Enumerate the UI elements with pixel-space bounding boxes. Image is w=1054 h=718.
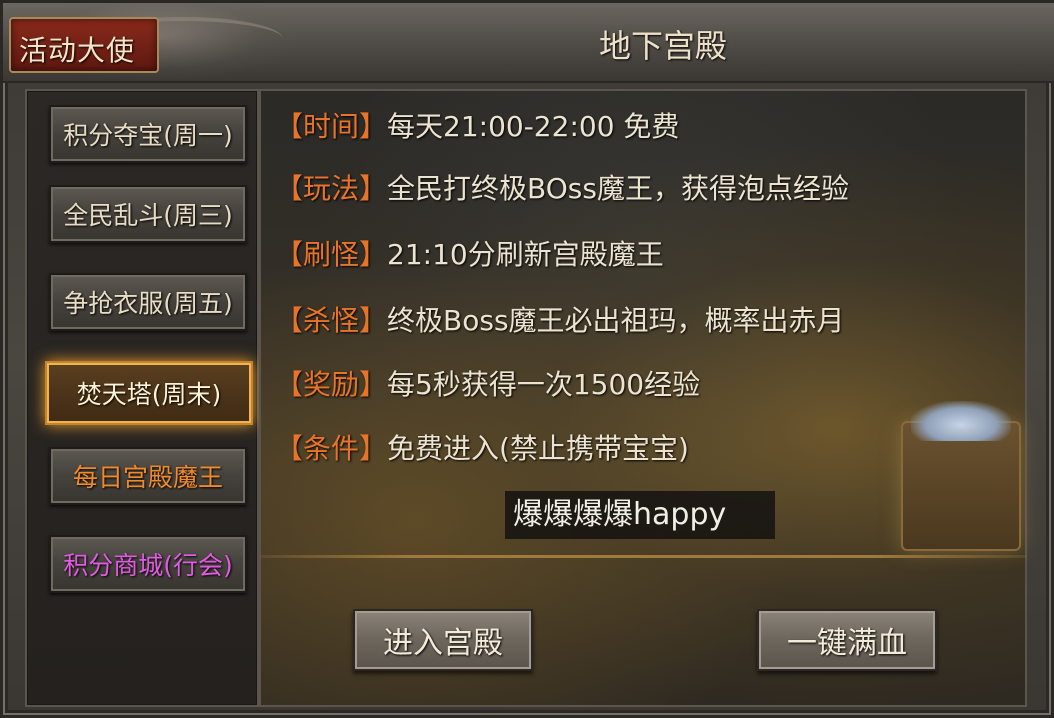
chat-bubble: 爆爆爆爆happy bbox=[505, 491, 775, 539]
info-row-kill: 【杀怪】终极Boss魔王必出祖玛，概率出赤月 bbox=[275, 304, 845, 337]
sidebar-item-daily-palace-demon[interactable]: 每日宫殿魔王 bbox=[49, 447, 247, 505]
title-bar: 活动大使 地下宫殿 bbox=[3, 3, 1054, 83]
info-row-time: 【时间】每天21:00-22:00 免费 bbox=[275, 110, 680, 143]
event-detail-panel: 【时间】每天21:00-22:00 免费 【玩法】全民打终极BOss魔王，获得泡… bbox=[259, 89, 1027, 707]
full-heal-button[interactable]: 一键满血 bbox=[757, 609, 937, 671]
activity-envoy-label: 活动大使 bbox=[19, 34, 136, 67]
sidebar-item-brawl[interactable]: 全民乱斗(周三) bbox=[49, 185, 247, 243]
info-row-gameplay: 【玩法】全民打终极BOss魔王，获得泡点经验 bbox=[275, 172, 849, 205]
info-row-condition: 【条件】免费进入(禁止携带宝宝) bbox=[275, 432, 689, 465]
treasure-chest-icon bbox=[901, 401, 1021, 551]
sidebar-item-points-treasure[interactable]: 积分夺宝(周一) bbox=[49, 105, 247, 163]
info-row-reward: 【奖励】每5秒获得一次1500经验 bbox=[275, 368, 701, 401]
section-divider bbox=[261, 555, 1027, 558]
info-row-spawn: 【刷怪】21:10分刷新宫殿魔王 bbox=[275, 238, 664, 271]
window-title: 地下宫殿 bbox=[598, 27, 727, 65]
sidebar-item-clothes-grab[interactable]: 争抢衣服(周五) bbox=[49, 273, 247, 331]
activity-window: 活动大使 地下宫殿 积分夺宝(周一) 全民乱斗(周三) 争抢衣服(周五) 焚天塔… bbox=[0, 0, 1054, 718]
activity-sidebar: 积分夺宝(周一) 全民乱斗(周三) 争抢衣服(周五) 焚天塔(周末) 每日宫殿魔… bbox=[25, 89, 259, 707]
activity-envoy-tab[interactable]: 活动大使 bbox=[9, 17, 159, 73]
sidebar-item-burning-tower[interactable]: 焚天塔(周末) bbox=[45, 361, 253, 425]
sidebar-item-points-shop[interactable]: 积分商城(行会) bbox=[49, 535, 247, 593]
enter-palace-button[interactable]: 进入宫殿 bbox=[353, 609, 533, 671]
